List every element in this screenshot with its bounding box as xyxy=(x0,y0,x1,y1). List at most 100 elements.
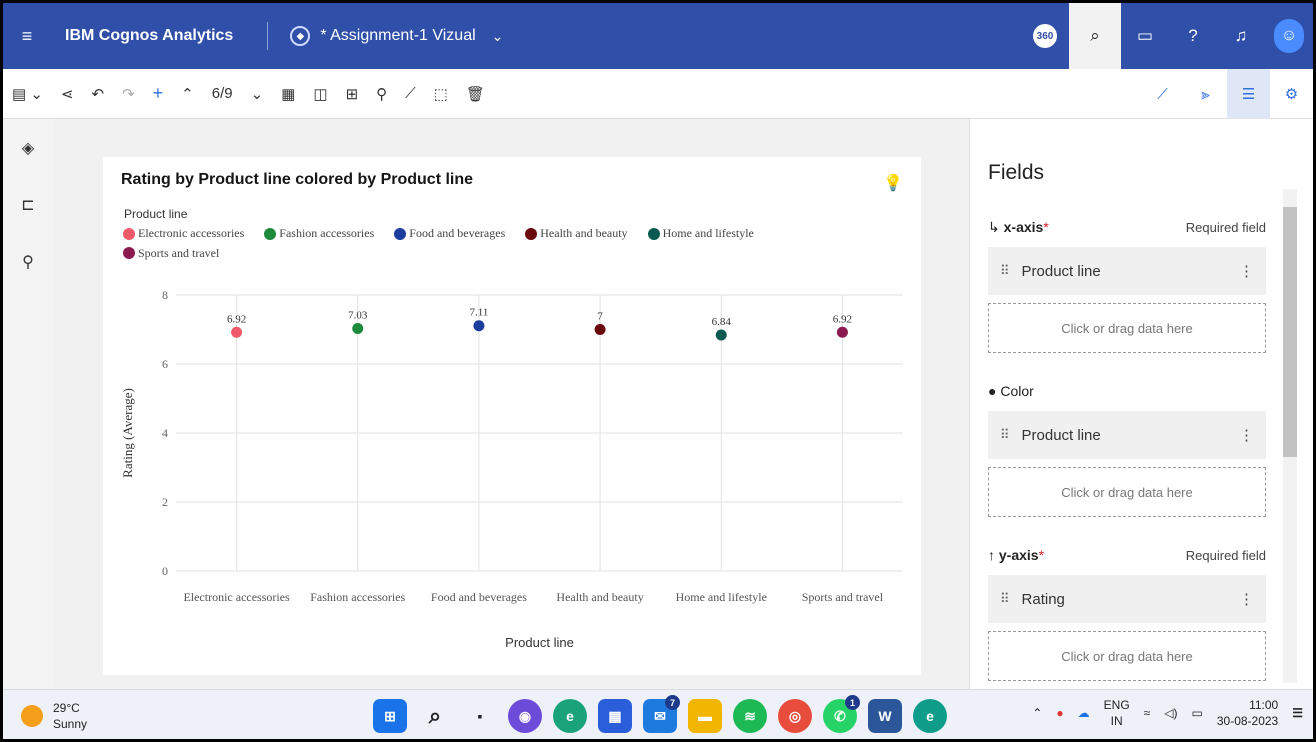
data-tree-icon[interactable]: ⊏ xyxy=(3,176,53,233)
notification-bell-icon[interactable]: ♫ xyxy=(1217,3,1265,69)
drag-handle-icon[interactable]: ⠿ xyxy=(1000,263,1010,279)
grid-icon[interactable]: ▦ xyxy=(272,69,304,119)
x-tick-label: Fashion accessories xyxy=(310,590,405,604)
weather-widget[interactable]: 29°C Sunny xyxy=(21,700,87,732)
x-axis-drop-zone[interactable]: Click or drag data here xyxy=(988,303,1266,353)
delete-icon[interactable]: 🗑 xyxy=(457,69,494,119)
edge-dev-icon[interactable]: e xyxy=(913,699,947,733)
widget-icon[interactable]: ◫ xyxy=(304,69,336,119)
chrome-icon[interactable]: ◎ xyxy=(778,699,812,733)
insights-icon[interactable]: ⫸ xyxy=(1184,69,1227,119)
wifi-icon[interactable]: ≈ xyxy=(1144,706,1151,720)
color-section: ● Color ⠿ Product line ⋮ Click or drag d… xyxy=(988,379,1266,517)
security-icon[interactable]: ● xyxy=(1056,706,1063,720)
legend-label: Fashion accessories xyxy=(279,226,375,240)
chevron-up-icon[interactable]: ⌃ xyxy=(1032,706,1042,720)
360-button[interactable]: 360 xyxy=(1021,3,1069,69)
windows-start-icon[interactable]: ⊞ xyxy=(373,699,407,733)
panel-title: Fields xyxy=(988,161,1045,184)
y-axis-drop-zone[interactable]: Click or drag data here xyxy=(988,631,1266,681)
clock[interactable]: 11:00 30-08-2023 xyxy=(1217,697,1278,729)
color-drop-zone[interactable]: Click or drag data here xyxy=(988,467,1266,517)
help-icon[interactable]: ? xyxy=(1169,3,1217,69)
onedrive-icon[interactable]: ☁ xyxy=(1078,706,1090,720)
dashboard-icon[interactable]: ◈ xyxy=(3,119,53,176)
more-options-icon[interactable]: ⋮ xyxy=(1239,426,1254,444)
scrollbar-thumb[interactable] xyxy=(1283,207,1297,457)
meet-icon[interactable]: ◉ xyxy=(508,699,542,733)
color-field[interactable]: ⠿ Product line ⋮ xyxy=(988,411,1266,459)
app-window: ≡ IBM Cognos Analytics ◆ * Assignment-1 … xyxy=(0,0,1316,742)
lightbulb-icon[interactable]: 💡 xyxy=(883,173,903,193)
top-bar: ≡ IBM Cognos Analytics ◆ * Assignment-1 … xyxy=(3,3,1313,69)
y-axis-field[interactable]: ⠿ Rating ⋮ xyxy=(988,575,1266,623)
search-icon[interactable]: ⌕ xyxy=(418,699,452,733)
share-icon[interactable]: ⋖ xyxy=(52,69,83,119)
fields-icon[interactable]: ☰ xyxy=(1227,69,1270,119)
panel-scrollbar[interactable] xyxy=(1283,189,1297,683)
legend-item[interactable]: Health and beauty xyxy=(525,224,628,243)
undo-icon[interactable]: ↶ xyxy=(83,69,114,119)
whatsapp-badge: 1 xyxy=(845,695,860,710)
next-page-icon[interactable]: ⌄ xyxy=(242,69,273,119)
save-icon[interactable]: ▤ ⌄ xyxy=(3,69,52,119)
temperature: 29°C xyxy=(53,701,80,715)
x-tick-label: Electronic accessories xyxy=(183,590,290,604)
more-options-icon[interactable]: ⋮ xyxy=(1239,590,1254,608)
spotify-icon[interactable]: ≋ xyxy=(733,699,767,733)
x-axis-field[interactable]: ⠿ Product line ⋮ xyxy=(988,247,1266,295)
toolbar: ▤ ⌄ ⋖ ↶ ↷ + ⌃ 6/9 ⌄ ▦ ◫ ⊞ ⚲ ⟋ ⬚ 🗑 ⟋ ⫸ ☰ … xyxy=(3,69,1313,119)
sun-icon xyxy=(21,705,43,727)
required-label: Required field xyxy=(1185,547,1266,563)
data-label: 7.11 xyxy=(469,307,488,319)
user-icon: ☺ xyxy=(1274,19,1304,53)
redo-icon[interactable]: ↷ xyxy=(113,69,144,119)
edge-icon[interactable]: e xyxy=(553,699,587,733)
pin-icon[interactable]: ⚲ xyxy=(367,69,396,119)
battery-icon[interactable]: ▭ xyxy=(1192,706,1203,720)
search-icon[interactable]: ⌕ xyxy=(1069,3,1121,69)
pin-icon[interactable]: ⚲ xyxy=(3,233,53,290)
user-avatar[interactable]: ☺ xyxy=(1265,3,1313,69)
select-icon[interactable]: ⬚ xyxy=(425,69,457,119)
chevron-down-icon[interactable]: ⌄ xyxy=(492,28,504,45)
legend-swatch xyxy=(647,227,660,240)
previous-page-icon[interactable]: ⌃ xyxy=(172,69,203,119)
data-point xyxy=(352,322,364,334)
legend-item[interactable]: Electronic accessories xyxy=(123,224,244,243)
legend-label: Sports and travel xyxy=(138,245,220,260)
legend: Electronic accessories Fashion accessorie… xyxy=(123,224,823,263)
file-explorer-icon[interactable]: ▬ xyxy=(688,699,722,733)
visualization-card[interactable]: 0 2 4 6 8 Electronic accessories Fashion acces… xyxy=(103,157,921,675)
visualization-icon[interactable]: ⟋ xyxy=(1141,69,1184,119)
y-axis-title: Rating (Average) xyxy=(120,388,135,478)
whatsapp-icon[interactable]: ✆ 1 xyxy=(823,695,860,733)
legend-item[interactable]: Fashion accessories xyxy=(264,224,374,243)
notification-icon[interactable]: ☰ xyxy=(1292,706,1303,720)
add-icon[interactable]: + xyxy=(144,69,173,119)
properties-icon[interactable]: ⚙ xyxy=(1270,69,1313,119)
legend-item[interactable]: Sports and travel xyxy=(123,244,219,263)
chart-type-icon[interactable]: ⟋ xyxy=(396,69,425,119)
legend-item[interactable]: Food and beverages xyxy=(394,224,505,243)
store-icon[interactable]: ▦ xyxy=(598,699,632,733)
more-options-icon[interactable]: ⋮ xyxy=(1239,262,1254,280)
menu-icon[interactable]: ≡ xyxy=(3,26,51,47)
drag-handle-icon[interactable]: ⠿ xyxy=(1000,591,1010,607)
mail-icon[interactable]: ✉ 7 xyxy=(643,695,680,733)
legend-item[interactable]: Home and lifestyle xyxy=(647,224,754,243)
task-view-icon[interactable]: ▪ xyxy=(463,699,497,733)
chat-icon[interactable]: ▭ xyxy=(1121,3,1169,69)
y-tick-label: 2 xyxy=(162,495,168,509)
drag-handle-icon[interactable]: ⠿ xyxy=(1000,427,1010,443)
legend-swatch xyxy=(525,227,538,240)
word-icon[interactable]: W xyxy=(868,699,902,733)
canvas: 0 2 4 6 8 Electronic accessories Fashion acces… xyxy=(53,119,969,689)
page-indicator[interactable]: 6/9 xyxy=(203,69,242,119)
data-point xyxy=(231,326,243,338)
volume-icon[interactable]: ◁) xyxy=(1164,706,1177,720)
swap-icon[interactable]: ⊞ xyxy=(337,69,368,119)
document-title[interactable]: * Assignment-1 Vizual xyxy=(320,27,475,45)
language-indicator[interactable]: ENG IN xyxy=(1104,697,1130,729)
y-tick-label: 0 xyxy=(162,564,168,578)
